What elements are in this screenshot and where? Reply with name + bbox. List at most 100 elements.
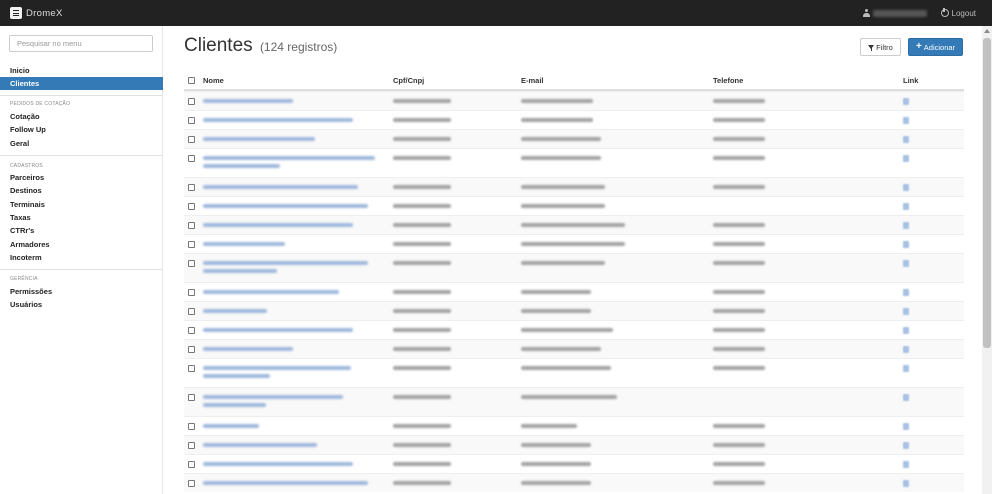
logout-link[interactable]: Logout <box>952 9 976 18</box>
table-row[interactable] <box>184 339 964 358</box>
column-header-email[interactable]: E-mail <box>521 76 544 85</box>
row-checkbox[interactable] <box>188 241 195 248</box>
cell-link[interactable] <box>903 241 909 248</box>
table-row[interactable] <box>184 110 964 129</box>
sidebar-item-armadores[interactable]: Armadores <box>0 238 163 251</box>
cell-nome-redacted[interactable] <box>203 137 315 145</box>
cell-nome-redacted[interactable] <box>203 290 339 298</box>
sidebar-item-geral[interactable]: Geral <box>0 137 163 150</box>
table-row[interactable] <box>184 253 964 282</box>
cell-nome-redacted[interactable] <box>203 347 293 355</box>
cell-nome-redacted[interactable] <box>203 118 353 126</box>
row-checkbox[interactable] <box>188 394 195 401</box>
row-checkbox[interactable] <box>188 98 195 105</box>
cell-nome-redacted[interactable] <box>203 395 343 411</box>
cell-link[interactable] <box>903 117 909 124</box>
row-checkbox[interactable] <box>188 155 195 162</box>
cell-nome-redacted[interactable] <box>203 99 293 107</box>
cell-link[interactable] <box>903 136 909 143</box>
cell-link[interactable] <box>903 222 909 229</box>
cell-link[interactable] <box>903 442 909 449</box>
column-header-cpf-cnpj[interactable]: Cpf/Cnpj <box>393 76 424 85</box>
row-checkbox[interactable] <box>188 184 195 191</box>
cell-nome-redacted[interactable] <box>203 261 368 277</box>
row-checkbox[interactable] <box>188 289 195 296</box>
table-row[interactable] <box>184 234 964 253</box>
row-checkbox[interactable] <box>188 346 195 353</box>
cell-nome-redacted[interactable] <box>203 424 259 432</box>
sidebar-item-cotacao[interactable]: Cotação <box>0 110 163 123</box>
table-row[interactable] <box>184 454 964 473</box>
cell-nome-redacted[interactable] <box>203 443 317 451</box>
sidebar-item-inicio[interactable]: Inicio <box>0 64 163 77</box>
column-header-link[interactable]: Link <box>903 76 918 85</box>
row-checkbox[interactable] <box>188 308 195 315</box>
sidebar-item-terminais[interactable]: Terminais <box>0 198 163 211</box>
table-row[interactable] <box>184 358 964 387</box>
table-row[interactable] <box>184 148 964 177</box>
row-checkbox[interactable] <box>188 480 195 487</box>
table-row[interactable] <box>184 282 964 301</box>
table-row[interactable] <box>184 177 964 196</box>
cell-nome-redacted[interactable] <box>203 481 368 489</box>
cell-link[interactable] <box>903 423 909 430</box>
cell-nome-redacted[interactable] <box>203 156 375 172</box>
table-row[interactable] <box>184 215 964 234</box>
cell-nome-redacted[interactable] <box>203 223 353 231</box>
cell-link[interactable] <box>903 346 909 353</box>
table-row[interactable] <box>184 301 964 320</box>
table-row[interactable] <box>184 435 964 454</box>
table-row[interactable] <box>184 473 964 492</box>
row-checkbox[interactable] <box>188 260 195 267</box>
cell-link[interactable] <box>903 480 909 487</box>
cell-link[interactable] <box>903 260 909 267</box>
table-row[interactable] <box>184 416 964 435</box>
cell-nome-redacted[interactable] <box>203 328 353 336</box>
row-checkbox[interactable] <box>188 222 195 229</box>
page-scrollbar[interactable] <box>982 26 992 494</box>
cell-link[interactable] <box>903 203 909 210</box>
brand[interactable]: DromeX <box>10 7 63 19</box>
cell-link[interactable] <box>903 365 909 372</box>
table-row[interactable] <box>184 129 964 148</box>
column-header-nome[interactable]: Nome <box>203 76 224 85</box>
table-row[interactable] <box>184 320 964 339</box>
sidebar-item-taxas[interactable]: Taxas <box>0 211 163 224</box>
sidebar-item-usuarios[interactable]: Usuários <box>0 298 163 311</box>
sidebar-item-destinos[interactable]: Destinos <box>0 184 163 197</box>
sidebar-item-clientes[interactable]: Clientes <box>0 77 163 90</box>
column-header-telefone[interactable]: Telefone <box>713 76 743 85</box>
cell-link[interactable] <box>903 184 909 191</box>
sidebar-item-ctrrs[interactable]: CTRr's <box>0 224 163 237</box>
cell-nome-redacted[interactable] <box>203 242 285 250</box>
row-checkbox[interactable] <box>188 327 195 334</box>
add-button[interactable]: + Adicionar <box>908 38 963 56</box>
cell-nome-redacted[interactable] <box>203 366 351 382</box>
table-row[interactable] <box>184 91 964 110</box>
cell-link[interactable] <box>903 98 909 105</box>
row-checkbox[interactable] <box>188 117 195 124</box>
cell-nome-redacted[interactable] <box>203 185 358 193</box>
cell-link[interactable] <box>903 289 909 296</box>
row-checkbox[interactable] <box>188 423 195 430</box>
cell-nome-redacted[interactable] <box>203 462 353 470</box>
user-name-redacted[interactable] <box>872 9 927 17</box>
cell-link[interactable] <box>903 155 909 162</box>
row-checkbox[interactable] <box>188 136 195 143</box>
filter-button[interactable]: Filtro <box>860 38 901 56</box>
row-checkbox[interactable] <box>188 461 195 468</box>
table-row[interactable] <box>184 196 964 215</box>
cell-link[interactable] <box>903 394 909 401</box>
scrollbar-thumb[interactable] <box>983 38 991 348</box>
scroll-up-arrow-icon[interactable] <box>984 29 990 33</box>
sidebar-item-permissoes[interactable]: Permissões <box>0 285 163 298</box>
table-row[interactable] <box>184 387 964 416</box>
sidebar-item-parceiros[interactable]: Parceiros <box>0 171 163 184</box>
cell-link[interactable] <box>903 327 909 334</box>
cell-link[interactable] <box>903 461 909 468</box>
row-checkbox[interactable] <box>188 442 195 449</box>
cell-nome-redacted[interactable] <box>203 309 267 317</box>
row-checkbox[interactable] <box>188 365 195 372</box>
cell-link[interactable] <box>903 308 909 315</box>
cell-nome-redacted[interactable] <box>203 204 368 212</box>
